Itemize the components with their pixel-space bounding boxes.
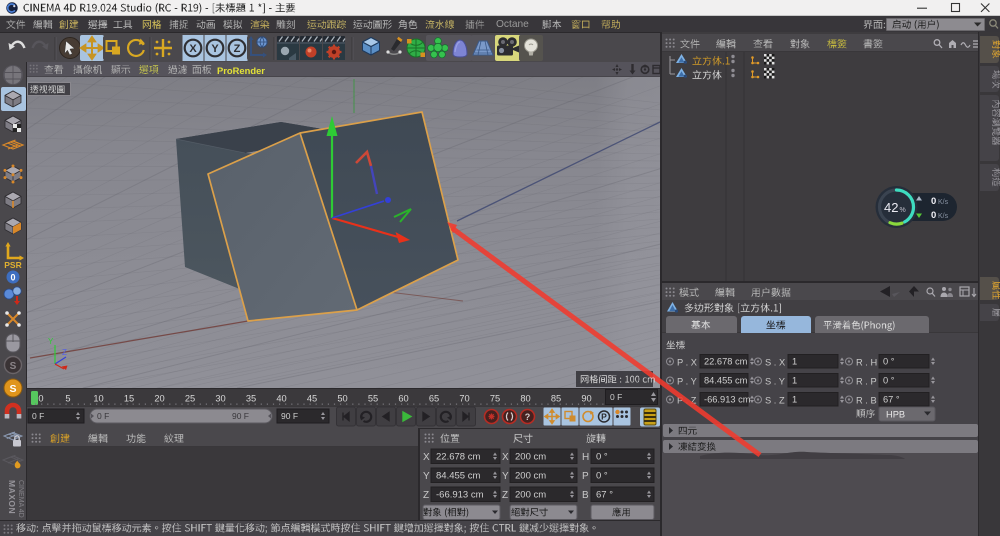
- svg-text:Z: Z: [62, 348, 67, 357]
- svg-text:X: X: [502, 452, 509, 463]
- svg-text:S . X: S . X: [765, 358, 785, 368]
- svg-text:S . Y: S . Y: [765, 377, 785, 387]
- svg-text:0 F: 0 F: [97, 411, 109, 421]
- svg-text:P . Y: P . Y: [677, 377, 697, 387]
- svg-text:Y: Y: [502, 471, 509, 482]
- svg-text:200 cm: 200 cm: [515, 452, 546, 463]
- svg-text:1: 1: [792, 376, 797, 386]
- svg-text:CINEMA 4D: CINEMA 4D: [17, 480, 24, 518]
- svg-text:70: 70: [459, 394, 469, 404]
- svg-text:H: H: [582, 452, 589, 463]
- svg-text:1: 1: [792, 395, 797, 405]
- svg-text:25: 25: [185, 394, 195, 404]
- svg-text:200 cm: 200 cm: [515, 471, 546, 482]
- svg-text:P . X: P . X: [677, 358, 697, 368]
- svg-text:?: ?: [525, 412, 531, 422]
- svg-text:R . H: R . H: [856, 358, 877, 368]
- svg-text:0 °: 0 °: [883, 357, 895, 367]
- svg-text:HPB: HPB: [886, 410, 905, 420]
- svg-text:P . Z: P . Z: [677, 396, 697, 406]
- svg-text:84.455 cm: 84.455 cm: [436, 471, 480, 482]
- svg-text:67 °: 67 °: [883, 395, 900, 405]
- svg-text:22.678 cm: 22.678 cm: [704, 357, 748, 367]
- svg-text:0 °: 0 °: [596, 471, 608, 482]
- svg-text:55: 55: [368, 394, 378, 404]
- svg-text:P: P: [582, 471, 589, 482]
- svg-text:85: 85: [551, 394, 561, 404]
- svg-text:90 F: 90 F: [281, 411, 298, 421]
- svg-text:90: 90: [581, 394, 591, 404]
- svg-text:Z: Z: [234, 43, 241, 55]
- svg-text:22.678 cm: 22.678 cm: [436, 452, 480, 463]
- svg-text:R . P: R . P: [856, 377, 877, 387]
- svg-text:10: 10: [93, 394, 103, 404]
- svg-text:K/s: K/s: [938, 213, 949, 220]
- svg-text:20: 20: [154, 394, 164, 404]
- svg-text:S: S: [9, 383, 16, 395]
- svg-text:X: X: [423, 452, 430, 463]
- svg-text:0 °: 0 °: [883, 376, 895, 386]
- svg-text:0 °: 0 °: [596, 452, 608, 463]
- svg-text:-66.913 cm: -66.913 cm: [436, 490, 484, 501]
- svg-text:200 cm: 200 cm: [515, 490, 546, 501]
- svg-text:80: 80: [520, 394, 530, 404]
- svg-text:PSR: PSR: [4, 260, 21, 270]
- svg-text:1: 1: [792, 357, 797, 367]
- svg-text:5: 5: [65, 394, 70, 404]
- svg-text:75: 75: [490, 394, 500, 404]
- svg-text:Y: Y: [423, 471, 430, 482]
- svg-text:0 F: 0 F: [32, 411, 44, 421]
- svg-text:30: 30: [215, 394, 225, 404]
- svg-text:B: B: [582, 490, 589, 501]
- svg-text:K/s: K/s: [938, 199, 949, 206]
- svg-text:Z: Z: [502, 490, 508, 501]
- svg-text:0: 0: [38, 394, 43, 404]
- svg-text:0: 0: [10, 273, 15, 283]
- svg-text:Y: Y: [211, 43, 219, 55]
- svg-text:67 °: 67 °: [596, 490, 613, 501]
- svg-text:S . Z: S . Z: [765, 396, 785, 406]
- svg-text:50: 50: [337, 394, 347, 404]
- svg-text:40: 40: [276, 394, 286, 404]
- svg-text:60: 60: [398, 394, 408, 404]
- svg-text:84.455 cm: 84.455 cm: [704, 376, 748, 386]
- svg-text:42: 42: [884, 200, 898, 215]
- svg-text:Y: Y: [48, 337, 54, 346]
- svg-text:45: 45: [307, 394, 317, 404]
- svg-text:-66.913 cm: -66.913 cm: [704, 395, 751, 405]
- svg-text:P: P: [601, 412, 607, 422]
- svg-text:90 F: 90 F: [232, 411, 249, 421]
- svg-text:%: %: [900, 207, 906, 214]
- svg-text:15: 15: [124, 394, 134, 404]
- svg-text:MAXON: MAXON: [7, 480, 17, 514]
- svg-text:R . B: R . B: [856, 396, 877, 406]
- svg-text:S: S: [10, 361, 17, 372]
- svg-text:0: 0: [931, 196, 936, 207]
- svg-text:0: 0: [931, 210, 936, 221]
- svg-text:Z: Z: [423, 490, 429, 501]
- svg-text:X: X: [189, 43, 197, 55]
- svg-text:35: 35: [246, 394, 256, 404]
- svg-text:65: 65: [429, 394, 439, 404]
